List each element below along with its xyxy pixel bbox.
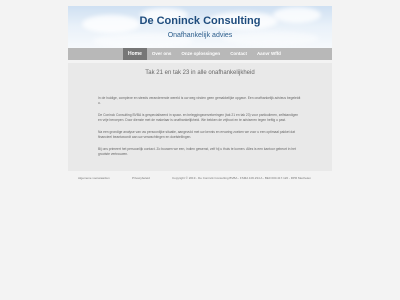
nav-item-aanvraag[interactable]: Aanvr Wffd — [252, 48, 286, 60]
site-subtitle: Onafhankelijk advies — [167, 32, 233, 39]
nav-list: Home Over ons Onze oplossingen Contact A… — [123, 48, 286, 60]
paragraph: Na een grondige analyse van uw persoonli… — [98, 130, 296, 139]
footer-link-privacybeleid[interactable]: Privacybeleid — [132, 176, 150, 180]
nav-item-over-ons[interactable]: Over ons — [147, 48, 177, 60]
paragraph: De Coninck Consulting BVBA is gespeciali… — [98, 113, 299, 122]
footer-link-algemene-voorwaarden[interactable]: Algemene voorwaarden — [78, 176, 110, 180]
page: De Coninck Consulting Onafhankelijk advi… — [0, 0, 400, 300]
nav-item-contact[interactable]: Contact — [225, 48, 252, 60]
footer-copyright: Copyright © 2019 - De Coninck Consulting… — [172, 176, 311, 180]
paragraph: In de huidige, complexe en steeds verand… — [98, 96, 301, 105]
paragraph: Bij ons primeert het persoonlijk contact… — [98, 147, 296, 156]
site-title: De Coninck Consulting — [139, 15, 261, 27]
page-title: Tak 21 en tak 23 in alle onafhankelijkhe… — [145, 70, 255, 76]
main-content: Tak 21 en tak 23 in alle onafhankelijkhe… — [68, 63, 332, 171]
nav-item-home[interactable]: Home — [123, 48, 147, 60]
site-header: De Coninck Consulting Onafhankelijk advi… — [68, 6, 332, 48]
nav-item-onze-oplossingen[interactable]: Onze oplossingen — [176, 48, 225, 60]
main-nav: Home Over ons Onze oplossingen Contact A… — [68, 48, 332, 60]
